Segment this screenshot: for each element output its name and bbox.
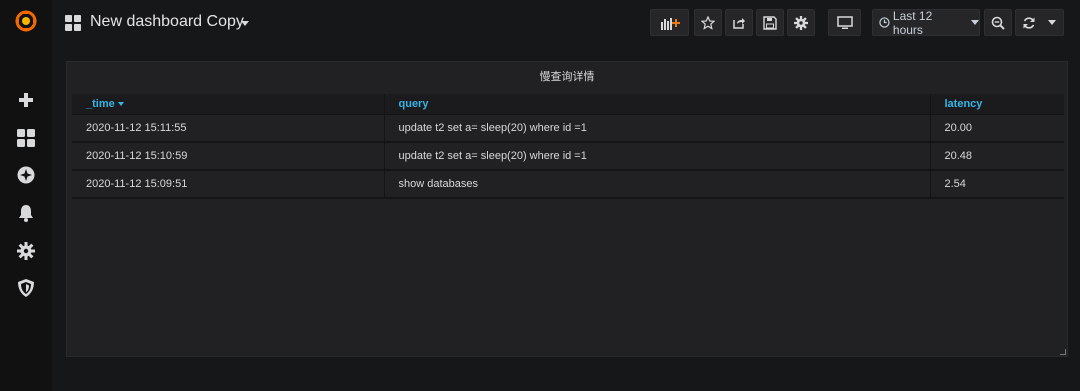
cell-time: 2020-11-12 15:10:59 [72, 142, 384, 171]
save-icon [763, 15, 777, 30]
gear-icon[interactable] [14, 239, 38, 263]
cell-time: 2020-11-12 15:11:55 [72, 114, 384, 143]
cell-time: 2020-11-12 15:09:51 [72, 170, 384, 199]
dashboards-icon[interactable] [14, 126, 38, 150]
dashboard-title[interactable]: New dashboard Copy [90, 13, 244, 31]
time-picker-button[interactable]: Last 12 hours [872, 8, 980, 37]
gear-icon [794, 15, 808, 30]
dashboard-grid-icon[interactable] [65, 15, 81, 36]
column-header-latency[interactable]: latency [929, 94, 1064, 115]
tv-mode-button[interactable] [828, 9, 861, 36]
column-header-label: latency [944, 97, 983, 110]
star-button[interactable] [694, 9, 722, 36]
refresh-icon [1023, 16, 1035, 29]
zoom-out-icon [991, 16, 1005, 30]
cell-query: show databases [383, 170, 930, 199]
shield-icon[interactable] [14, 276, 38, 300]
chevron-down-icon[interactable] [241, 21, 249, 26]
cell-query: update t2 set a= sleep(20) where id =1 [383, 114, 930, 143]
column-header-label: query [398, 97, 429, 110]
column-header-query[interactable]: query [383, 94, 930, 115]
panel-resize-handle[interactable] [1060, 349, 1066, 355]
table-header-row: _time query latency [72, 94, 1064, 115]
add-panel-button[interactable] [650, 9, 689, 36]
table-row: 2020-11-12 15:11:55 update t2 set a= sle… [72, 114, 1064, 143]
grafana-logo-icon[interactable] [14, 9, 38, 33]
data-table: _time query latency 2020-11-12 15:11:55 … [72, 94, 1064, 199]
cell-latency: 2.54 [929, 170, 1064, 199]
table-row: 2020-11-12 15:09:51 show databases 2.54 [72, 170, 1064, 199]
cell-latency: 20.48 [929, 142, 1064, 171]
settings-button[interactable] [787, 9, 815, 36]
side-menu [0, 0, 52, 391]
table-panel: 慢查询详情 _time query latency 2020-11-12 15:… [66, 61, 1068, 357]
column-header-time[interactable]: _time [72, 94, 384, 115]
zoom-out-button[interactable] [984, 9, 1012, 36]
chevron-down-icon[interactable] [1048, 20, 1056, 25]
refresh-button[interactable] [1015, 9, 1064, 36]
time-range-label: Last 12 hours [892, 8, 933, 37]
monitor-icon [836, 15, 853, 29]
share-button[interactable] [725, 9, 753, 36]
sort-desc-icon[interactable] [117, 101, 124, 106]
share-icon [733, 17, 745, 29]
table-row: 2020-11-12 15:10:59 update t2 set a= sle… [72, 142, 1064, 171]
column-header-label: _time [86, 97, 115, 110]
panel-title[interactable]: 慢查询详情 [67, 68, 1067, 84]
cell-latency: 20.00 [929, 114, 1064, 143]
clock-icon [879, 17, 890, 28]
chevron-down-icon [971, 20, 979, 25]
plus-icon[interactable] [14, 88, 38, 112]
cell-query: update t2 set a= sleep(20) where id =1 [383, 142, 930, 171]
explore-compass-icon[interactable] [14, 163, 38, 187]
save-button[interactable] [756, 9, 784, 36]
bell-icon[interactable] [14, 201, 38, 225]
star-icon [701, 15, 715, 30]
dashboard-navbar: New dashboard Copy Last 12 hours [52, 0, 1080, 46]
add-panel-icon [660, 17, 680, 30]
